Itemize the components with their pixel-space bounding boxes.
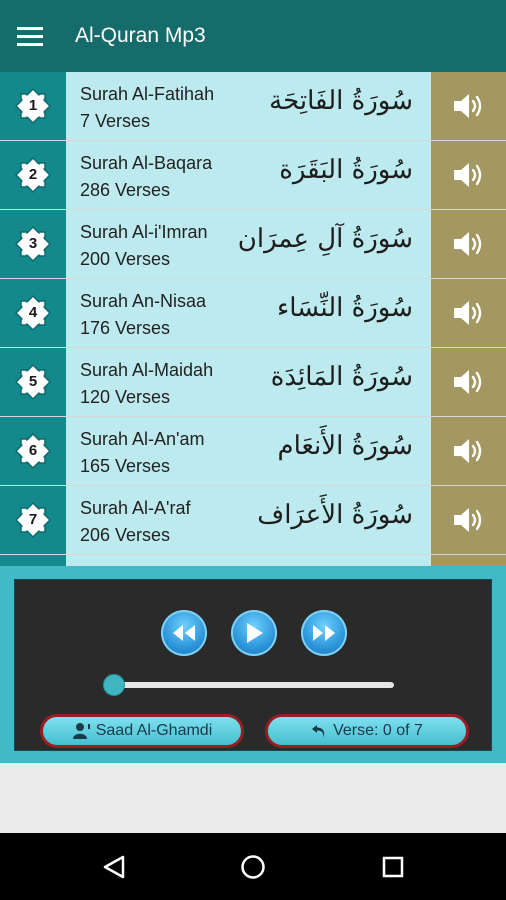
surah-info-cell[interactable]: Surah Al-Baqara 286 Verses سُورَةُ البَقَر… xyxy=(66,141,431,209)
system-nav-bar xyxy=(0,833,506,900)
surah-row[interactable]: 1 Surah Al-Fatihah 7 Verses سُورَةُ الفَاتِ… xyxy=(0,72,506,141)
speaker-icon xyxy=(453,94,481,118)
surah-info-cell[interactable]: Surah Al-A'raf 206 Verses سُورَةُ الأَعرَا… xyxy=(66,486,431,554)
surah-row-partial[interactable] xyxy=(0,555,506,566)
surah-number: 1 xyxy=(28,97,38,114)
recents-icon[interactable] xyxy=(377,851,409,883)
play-audio-button[interactable] xyxy=(431,417,506,485)
rewind-button[interactable] xyxy=(161,610,207,656)
surah-row[interactable]: 3 Surah Al-i'Imran 200 Verses سُورَةُ آلِ ع… xyxy=(0,210,506,279)
surah-info-cell[interactable]: Surah Al-Fatihah 7 Verses سُورَةُ الفَاتِح… xyxy=(66,72,431,140)
surah-row[interactable]: 6 Surah Al-An'am 165 Verses سُورَةُ الأَنعَ… xyxy=(0,417,506,486)
surah-info-cell[interactable]: Surah Al-Maidah 120 Verses سُورَةُ المَائِ… xyxy=(66,348,431,416)
speaker-icon xyxy=(453,163,481,187)
surah-number-badge: 2 xyxy=(13,155,53,195)
app-title: Al-Quran Mp3 xyxy=(75,24,206,47)
surah-number-badge: 3 xyxy=(13,224,53,264)
speaker-icon xyxy=(453,508,481,532)
play-icon xyxy=(247,623,263,643)
surah-name: Surah Al-i'Imran xyxy=(80,222,208,242)
surah-number: 4 xyxy=(28,304,38,321)
rewind-icon xyxy=(173,625,195,641)
app-bar: Al-Quran Mp3 xyxy=(0,0,506,72)
surah-number: 2 xyxy=(28,166,38,183)
surah-number-cell xyxy=(0,555,66,566)
surah-name: Surah Al-Fatihah xyxy=(80,84,215,104)
fast-forward-button[interactable] xyxy=(301,610,347,656)
surah-number-cell: 5 xyxy=(0,348,66,416)
arabic-surah-name: سُورَةُ الأَعرَاف xyxy=(257,500,413,530)
surah-number-badge: 5 xyxy=(13,362,53,402)
surah-number-cell: 2 xyxy=(0,141,66,209)
surah-row[interactable]: 5 Surah Al-Maidah 120 Verses سُورَةُ المَائ… xyxy=(0,348,506,417)
speaker-icon xyxy=(453,232,481,256)
surah-name: Surah An-Nisaa xyxy=(80,291,207,311)
reciter-label: Saad Al-Ghamdi xyxy=(95,722,213,739)
seek-track[interactable] xyxy=(118,682,394,688)
surah-list[interactable]: 1 Surah Al-Fatihah 7 Verses سُورَةُ الفَاتِ… xyxy=(0,72,506,566)
surah-name: Surah Al-Maidah xyxy=(80,360,214,380)
surah-number-badge: 6 xyxy=(13,431,53,471)
verse-label: Verse: 0 of 7 xyxy=(333,722,423,739)
surah-number-cell: 7 xyxy=(0,486,66,554)
surah-number-badge: 7 xyxy=(13,500,53,540)
verse-count: 120 Verses xyxy=(80,387,171,407)
play-audio-button[interactable] xyxy=(431,486,506,554)
verse-count: 286 Verses xyxy=(80,180,171,200)
user-icon xyxy=(72,723,90,739)
play-audio-button[interactable] xyxy=(431,348,506,416)
arabic-surah-name: سُورَةُ المَائِدَة xyxy=(270,362,413,392)
arabic-surah-name: سُورَةُ البَقَرَة xyxy=(279,155,413,185)
repeat-icon xyxy=(312,725,325,738)
surah-number-cell: 3 xyxy=(0,210,66,278)
play-button[interactable] xyxy=(231,610,277,656)
play-audio-button[interactable] xyxy=(431,72,506,140)
arabic-surah-name: سُورَةُ الفَاتِحَة xyxy=(269,86,413,116)
verse-count: 176 Verses xyxy=(80,318,171,338)
surah-row[interactable]: 4 Surah An-Nisaa 176 Verses سُورَةُ النِّسَ… xyxy=(0,279,506,348)
surah-info-cell xyxy=(66,555,431,566)
surah-info-cell[interactable]: Surah Al-i'Imran 200 Verses سُورَةُ آلِ عِ… xyxy=(66,210,431,278)
home-icon[interactable] xyxy=(237,851,269,883)
surah-info-cell[interactable]: Surah Al-An'am 165 Verses سُورَةُ الأَنعَا… xyxy=(66,417,431,485)
arabic-surah-name: سُورَةُ آلِ عِمرَان xyxy=(237,224,413,254)
speaker-icon xyxy=(453,301,481,325)
fast-forward-icon xyxy=(313,625,335,641)
reciter-button[interactable]: Saad Al-Ghamdi xyxy=(40,714,244,748)
surah-number-badge: 1 xyxy=(13,86,53,126)
surah-number: 3 xyxy=(28,235,38,252)
surah-number: 7 xyxy=(28,511,38,528)
arabic-surah-name: سُورَةُ الأَنعَام xyxy=(277,431,413,461)
play-audio-button[interactable] xyxy=(431,555,506,566)
surah-name: Surah Al-A'raf xyxy=(80,498,191,518)
back-icon[interactable] xyxy=(98,851,130,883)
verse-count: 165 Verses xyxy=(80,456,171,476)
player-panel: Saad Al-Ghamdi Verse: 0 of 7 xyxy=(14,579,492,751)
surah-name: Surah Al-An'am xyxy=(80,429,205,449)
surah-row[interactable]: 7 Surah Al-A'raf 206 Verses سُورَةُ الأَعرَ… xyxy=(0,486,506,555)
play-audio-button[interactable] xyxy=(431,279,506,347)
arabic-surah-name: سُورَةُ النِّسَاء xyxy=(277,293,413,323)
verse-count: 206 Verses xyxy=(80,525,171,545)
play-audio-button[interactable] xyxy=(431,141,506,209)
verse-count: 200 Verses xyxy=(80,249,171,269)
surah-info-cell[interactable]: Surah An-Nisaa 176 Verses سُورَةُ النِّسَا… xyxy=(66,279,431,347)
surah-number-badge: 4 xyxy=(13,293,53,333)
surah-number-cell: 4 xyxy=(0,279,66,347)
surah-number: 5 xyxy=(28,373,38,390)
player-frame: Saad Al-Ghamdi Verse: 0 of 7 xyxy=(0,566,506,763)
speaker-icon xyxy=(453,370,481,394)
surah-number-cell: 6 xyxy=(0,417,66,485)
seek-thumb[interactable] xyxy=(103,674,125,696)
surah-number-cell: 1 xyxy=(0,72,66,140)
verse-button[interactable]: Verse: 0 of 7 xyxy=(265,714,469,748)
play-audio-button[interactable] xyxy=(431,210,506,278)
surah-name: Surah Al-Baqara xyxy=(80,153,213,173)
hamburger-menu-icon[interactable] xyxy=(0,0,60,72)
verse-count: 7 Verses xyxy=(80,111,151,131)
surah-number: 6 xyxy=(28,442,38,459)
speaker-icon xyxy=(453,439,481,463)
surah-row[interactable]: 2 Surah Al-Baqara 286 Verses سُورَةُ البَقَ… xyxy=(0,141,506,210)
